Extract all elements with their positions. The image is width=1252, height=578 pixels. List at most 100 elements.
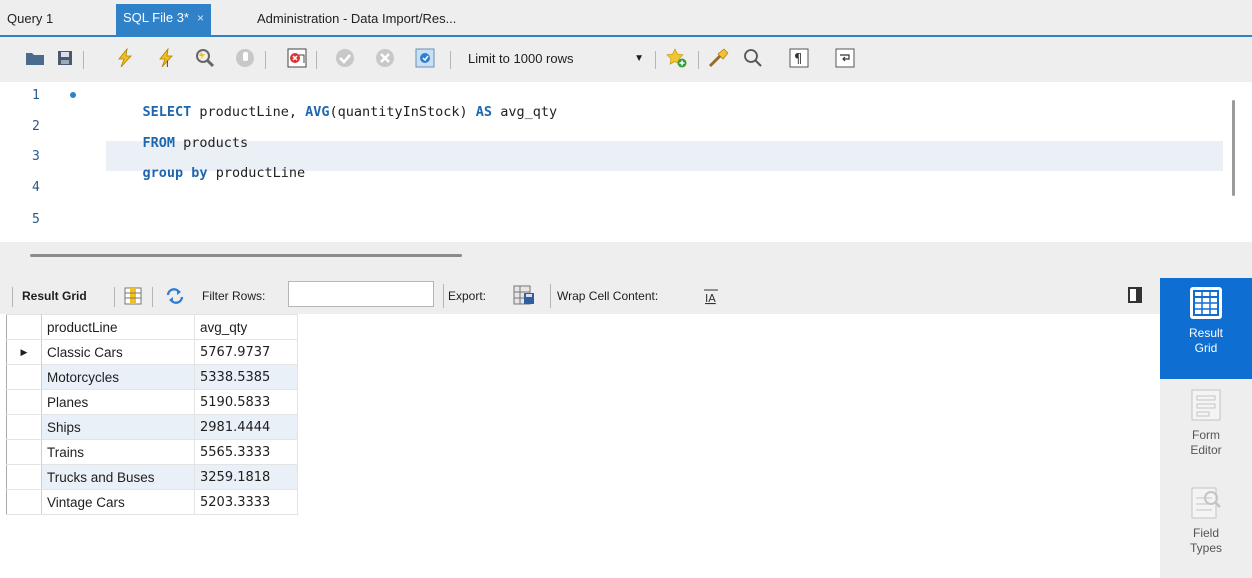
table-cell[interactable]: 5190.5833 bbox=[194, 389, 298, 415]
toolbar-separator bbox=[443, 284, 444, 308]
autocommit-icon[interactable] bbox=[414, 47, 436, 69]
side-tab-form-editor[interactable]: Form Editor bbox=[1160, 384, 1252, 474]
table-cell[interactable]: 5203.3333 bbox=[194, 489, 298, 515]
svg-text:I: I bbox=[166, 60, 169, 68]
table-cell[interactable]: 2981.4444 bbox=[194, 414, 298, 440]
table-row[interactable]: Vintage Cars 5203.3333 bbox=[6, 489, 298, 515]
svg-text:¶: ¶ bbox=[794, 52, 802, 67]
header-row: productLine avg_qty bbox=[6, 314, 298, 340]
toolbar-separator bbox=[152, 287, 153, 307]
line-number: 1 bbox=[32, 88, 40, 103]
toggle-side-panel-icon[interactable] bbox=[1128, 287, 1142, 303]
row-indicator bbox=[6, 464, 42, 490]
wrap-cell-content-icon[interactable]: IA bbox=[700, 285, 722, 307]
explain-icon[interactable] bbox=[194, 47, 216, 69]
table-cell[interactable]: Classic Cars bbox=[41, 339, 195, 365]
table-row[interactable]: Motorcycles 5338.5385 bbox=[6, 364, 298, 390]
side-tab-label: Editor bbox=[1190, 443, 1222, 457]
sql-toolbar: I Limit to 1000 rows ▼ ¶ bbox=[0, 37, 1252, 82]
tab-query-1[interactable]: Query 1 bbox=[0, 5, 60, 35]
execute-icon[interactable] bbox=[114, 47, 136, 69]
execute-current-icon[interactable]: I bbox=[156, 47, 178, 69]
toolbar-separator bbox=[655, 51, 656, 69]
sql-keyword: SELECT bbox=[142, 104, 192, 120]
line-number: 3 bbox=[32, 149, 40, 164]
toggle-error-icon[interactable] bbox=[286, 47, 308, 69]
save-icon[interactable] bbox=[54, 47, 76, 69]
beautify-icon[interactable] bbox=[708, 47, 730, 69]
wrap-cell-content-label: Wrap Cell Content: bbox=[557, 289, 659, 303]
table-row[interactable]: Ships 2981.4444 bbox=[6, 414, 298, 440]
table-cell[interactable]: Planes bbox=[41, 389, 195, 415]
refresh-icon[interactable] bbox=[164, 285, 186, 307]
toolbar-separator bbox=[265, 51, 266, 69]
side-tab-result-grid[interactable]: Result Grid bbox=[1160, 278, 1252, 379]
add-snippet-icon[interactable] bbox=[666, 47, 688, 69]
table-cell[interactable]: 5338.5385 bbox=[194, 364, 298, 390]
side-tab-field-types[interactable]: Field Types bbox=[1160, 482, 1252, 574]
statement-marker-icon bbox=[70, 92, 76, 98]
rollback-icon[interactable] bbox=[374, 47, 396, 69]
table-row[interactable]: Trains 5565.3333 bbox=[6, 439, 298, 465]
tab-administration[interactable]: Administration - Data Import/Res... bbox=[250, 5, 463, 35]
svg-text:IA: IA bbox=[705, 292, 716, 305]
line-number: 5 bbox=[32, 212, 40, 227]
side-tab-label: Types bbox=[1189, 541, 1222, 555]
table-cell[interactable]: Motorcycles bbox=[41, 364, 195, 390]
result-grid-icon bbox=[1189, 286, 1223, 320]
sql-keyword: group bbox=[142, 165, 184, 181]
wrap-icon[interactable] bbox=[834, 47, 856, 69]
tab-bar: Query 1 SQL File 3* × Administration - Da… bbox=[0, 0, 1252, 37]
table-cell[interactable]: 3259.1818 bbox=[194, 464, 298, 490]
sql-keyword: by bbox=[191, 165, 208, 181]
table-row[interactable]: Planes 5190.5833 bbox=[6, 389, 298, 415]
result-grid: productLine avg_qty ▶ Classic Cars 5767.… bbox=[6, 314, 298, 515]
row-indicator bbox=[6, 439, 42, 465]
result-side-panel: Result Grid Form Editor Field Types bbox=[1160, 278, 1252, 578]
sql-keyword: AS bbox=[475, 104, 493, 120]
sql-keyword: AVG bbox=[305, 104, 330, 120]
grid-layout-icon[interactable] bbox=[122, 285, 144, 307]
line-number: 2 bbox=[32, 119, 40, 134]
sql-editor[interactable]: 1 2 3 4 5 SELECT productLine, AVG(quanti… bbox=[4, 82, 1224, 242]
field-types-icon bbox=[1189, 486, 1223, 520]
row-indicator-header bbox=[6, 314, 42, 340]
stop-icon[interactable] bbox=[234, 47, 256, 69]
table-cell[interactable]: 5767.9737 bbox=[194, 339, 298, 365]
chevron-down-icon: ▼ bbox=[634, 53, 644, 64]
table-cell[interactable]: 5565.3333 bbox=[194, 439, 298, 465]
column-header[interactable]: avg_qty bbox=[194, 314, 298, 340]
export-icon[interactable] bbox=[512, 284, 534, 306]
export-label: Export: bbox=[448, 289, 487, 303]
open-folder-icon[interactable] bbox=[24, 47, 46, 69]
row-indicator bbox=[6, 414, 42, 440]
limit-rows-select[interactable]: Limit to 1000 rows ▼ bbox=[460, 47, 652, 71]
tab-label: Administration - Data Import/Res... bbox=[257, 11, 457, 26]
tab-sql-file-3[interactable]: SQL File 3* × bbox=[116, 4, 212, 35]
editor-horizontal-scrollbar[interactable] bbox=[30, 254, 462, 257]
form-editor-icon bbox=[1189, 388, 1223, 422]
table-cell[interactable]: Trucks and Buses bbox=[41, 464, 195, 490]
table-row[interactable]: ▶ Classic Cars 5767.9737 bbox=[6, 339, 298, 365]
result-toolbar: Result Grid Filter Rows: Export: Wrap Ce… bbox=[0, 278, 1160, 314]
table-row[interactable]: Trucks and Buses 3259.1818 bbox=[6, 464, 298, 490]
invisible-chars-icon[interactable]: ¶ bbox=[788, 47, 810, 69]
filter-rows-input[interactable] bbox=[288, 281, 434, 307]
editor-vertical-scrollbar[interactable] bbox=[1232, 100, 1235, 196]
tab-label: Query 1 bbox=[7, 11, 54, 26]
table-cell[interactable]: Ships bbox=[41, 414, 195, 440]
table-cell[interactable]: Vintage Cars bbox=[41, 489, 195, 515]
toolbar-separator bbox=[12, 287, 13, 307]
close-icon[interactable]: × bbox=[197, 11, 204, 25]
editor-results-splitter[interactable] bbox=[0, 242, 1252, 278]
row-selected-icon: ▶ bbox=[6, 339, 42, 365]
column-header[interactable]: productLine bbox=[41, 314, 195, 340]
find-icon[interactable] bbox=[742, 47, 764, 69]
toolbar-separator bbox=[114, 287, 115, 307]
sql-text: avg_qty bbox=[492, 104, 558, 120]
table-cell[interactable]: Trains bbox=[41, 439, 195, 465]
row-indicator bbox=[6, 489, 42, 515]
commit-icon[interactable] bbox=[334, 47, 356, 69]
sql-text: productLine bbox=[207, 165, 306, 181]
toolbar-separator bbox=[450, 51, 451, 69]
